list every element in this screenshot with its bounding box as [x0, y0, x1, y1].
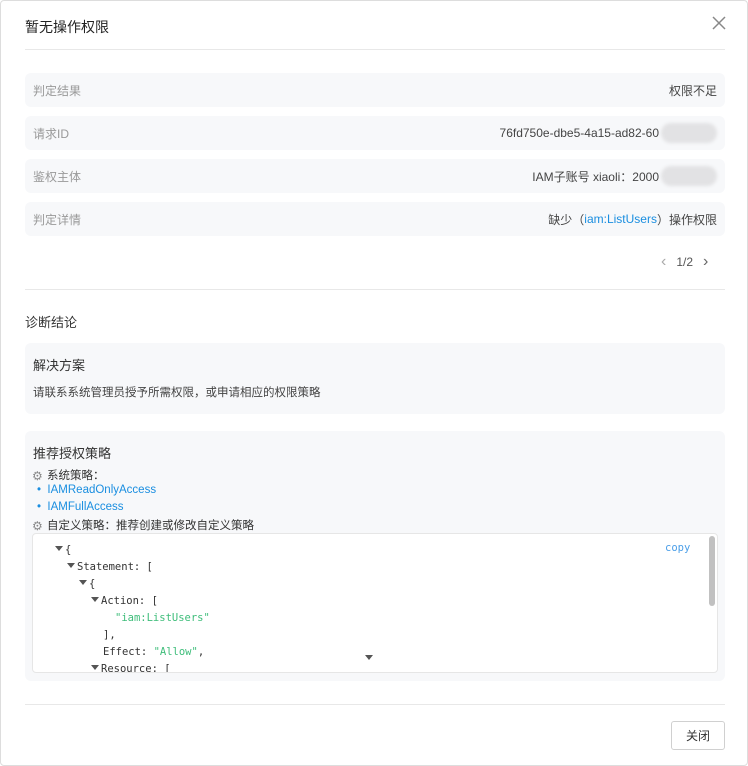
json-line: "iam:ListUsers" — [115, 612, 210, 624]
row-key: 请求ID — [33, 126, 70, 141]
row-key: 鉴权主体 — [33, 169, 82, 184]
close-button[interactable]: 关闭 — [671, 721, 725, 750]
detail-row: 判定详情 缺少（ iam:ListUsers ）操作权限 — [25, 202, 725, 236]
principal-row: 鉴权主体 IAM子账号 xiaoli：2000 — [25, 159, 725, 193]
collapse-icon[interactable] — [67, 563, 75, 568]
dialog-title: 暂无操作权限 — [25, 19, 109, 35]
policy-json-viewer[interactable]: { Statement: [ { Action: [ "iam:ListUser… — [32, 533, 718, 673]
row-value: 76fd750e-dbe5-4a15-ad82-60 — [499, 126, 659, 140]
recommend-panel: 推荐授权策略 ⚙ 系统策略： • IAMReadOnlyAccess • IAMF… — [25, 431, 725, 681]
scrollbar[interactable] — [709, 536, 715, 606]
collapse-icon[interactable] — [55, 546, 63, 551]
chevron-right-icon[interactable]: › — [703, 253, 708, 271]
collapse-icon[interactable] — [91, 665, 99, 670]
redacted-mask — [661, 166, 717, 186]
custom-policy-label: 自定义策略：推荐创建或修改自定义策略 — [47, 520, 254, 532]
json-line: Statement: [ — [77, 561, 153, 573]
json-punct: , — [197, 646, 205, 658]
divider — [25, 289, 725, 290]
policy-link[interactable]: IAMReadOnlyAccess — [47, 484, 156, 496]
result-row: 判定结果 权限不足 — [25, 73, 725, 107]
expand-more-icon[interactable] — [365, 655, 373, 660]
divider — [25, 704, 725, 705]
json-value: "Allow" — [153, 646, 198, 658]
close-icon[interactable] — [710, 14, 728, 32]
solution-panel: 解决方案 请联系系统管理员授予所需权限，或申请相应的权限策略 — [25, 343, 725, 414]
solution-text: 请联系系统管理员授予所需权限，或申请相应的权限策略 — [33, 387, 321, 399]
system-policy-label: 系统策略： — [47, 470, 105, 482]
page-indicator: 1/2 — [676, 255, 694, 269]
detail-prefix: 缺少（ — [548, 212, 585, 227]
row-key: 判定结果 — [33, 83, 82, 98]
divider — [25, 49, 725, 50]
row-value: IAM子账号 xiaoli：2000 — [532, 169, 659, 184]
json-line: Action: [ — [101, 595, 158, 607]
redacted-mask — [661, 123, 717, 143]
detail-suffix: ）操作权限 — [656, 212, 717, 227]
solution-title: 解决方案 — [33, 358, 86, 373]
diagnosis-title: 诊断结论 — [25, 315, 78, 330]
chevron-left-icon[interactable]: ‹ — [661, 253, 666, 271]
collapse-icon[interactable] — [79, 580, 87, 585]
json-line: ], — [103, 629, 116, 641]
gear-icon: ⚙ — [32, 469, 43, 483]
pager: ‹ 1/2 › — [661, 253, 708, 271]
policy-link[interactable]: IAMFullAccess — [47, 501, 123, 513]
request-id-row: 请求ID 76fd750e-dbe5-4a15-ad82-60 — [25, 116, 725, 150]
copy-button[interactable]: copy — [665, 542, 690, 554]
gear-icon: ⚙ — [32, 519, 43, 533]
permission-dialog: 暂无操作权限 判定结果 权限不足 请求ID 76fd750e-dbe5-4a15… — [0, 0, 748, 766]
json-line: { — [65, 544, 72, 556]
row-value: 权限不足 — [668, 83, 717, 98]
row-key: 判定详情 — [33, 212, 82, 227]
json-key: Effect: — [103, 646, 154, 658]
recommend-title: 推荐授权策略 — [33, 446, 112, 461]
json-line: { — [89, 578, 96, 590]
collapse-icon[interactable] — [91, 597, 99, 602]
json-line: Resource: [ — [101, 663, 171, 673]
action-link[interactable]: iam:ListUsers — [584, 212, 657, 226]
